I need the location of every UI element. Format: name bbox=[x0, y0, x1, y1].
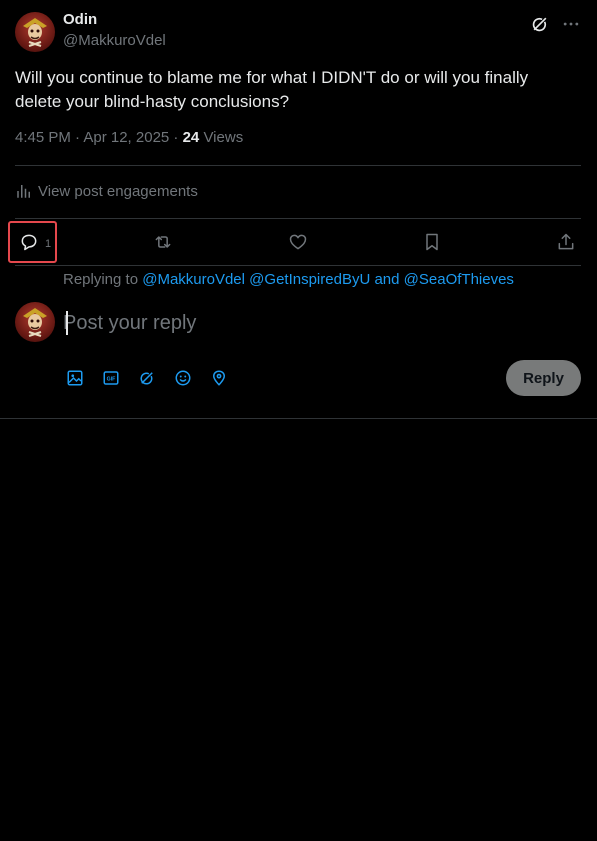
reply-button[interactable]: Reply bbox=[506, 360, 581, 396]
engagements-label: View post engagements bbox=[38, 182, 198, 200]
media-button[interactable] bbox=[66, 369, 84, 387]
replying-to-line: Replying to @MakkuroVdel @GetInspiredByU… bbox=[63, 271, 514, 288]
like-action-button[interactable] bbox=[288, 230, 308, 254]
reply-action-button[interactable]: 1 bbox=[19, 230, 51, 254]
replying-to-and[interactable]: and bbox=[374, 271, 399, 288]
gif-icon: GIF bbox=[103, 371, 119, 385]
bookmark-icon bbox=[426, 233, 438, 251]
share-action-button[interactable] bbox=[556, 230, 576, 254]
post-timestamp[interactable]: 4:45 PM · Apr 12, 2025 · bbox=[15, 129, 183, 146]
repost-icon bbox=[155, 236, 171, 248]
grok-icon bbox=[140, 372, 153, 385]
post-text: Will you continue to blame me for what I… bbox=[15, 68, 529, 111]
location-icon bbox=[212, 370, 226, 386]
post-meta: 4:45 PM · Apr 12, 2025 · 24 Views bbox=[15, 129, 243, 146]
like-icon bbox=[289, 234, 307, 250]
post-detail: Odin @MakkuroVdel Will you continue to b… bbox=[0, 0, 597, 419]
current-user-avatar[interactable] bbox=[15, 302, 55, 342]
repost-action-button[interactable] bbox=[153, 230, 173, 254]
reply-icon bbox=[21, 234, 37, 251]
divider bbox=[15, 165, 581, 166]
author-name[interactable]: Odin bbox=[63, 11, 97, 28]
gif-button[interactable]: GIF bbox=[102, 369, 120, 387]
replying-to-handle-3[interactable]: @SeaOfThieves bbox=[404, 271, 514, 288]
reply-input[interactable] bbox=[63, 308, 483, 338]
analytics-icon bbox=[17, 185, 30, 198]
emoji-icon bbox=[175, 370, 191, 386]
author-handle[interactable]: @MakkuroVdel bbox=[63, 32, 166, 49]
svg-text:GIF: GIF bbox=[107, 377, 117, 383]
share-icon bbox=[558, 233, 574, 250]
grok-button[interactable] bbox=[138, 369, 156, 387]
jolly-roger-avatar-icon bbox=[23, 18, 47, 47]
bookmark-action-button[interactable] bbox=[422, 230, 442, 254]
location-button[interactable] bbox=[210, 369, 228, 387]
author-avatar[interactable] bbox=[15, 12, 55, 52]
views-label: Views bbox=[199, 129, 244, 146]
reply-count: 1 bbox=[45, 237, 52, 250]
emoji-button[interactable] bbox=[174, 369, 192, 387]
divider bbox=[15, 218, 581, 219]
view-engagements-link[interactable]: View post engagements bbox=[15, 182, 198, 200]
text-caret bbox=[66, 311, 68, 335]
replying-to-prefix: Replying to bbox=[63, 271, 143, 288]
divider bbox=[15, 265, 581, 266]
replying-to-handle-2[interactable]: @GetInspiredByU bbox=[249, 271, 370, 288]
views-count: 24 bbox=[182, 129, 200, 146]
jolly-roger-avatar-icon bbox=[23, 308, 47, 337]
more-options-icon[interactable] bbox=[561, 14, 581, 34]
media-icon bbox=[67, 370, 83, 386]
grok-icon[interactable] bbox=[530, 14, 550, 34]
replying-to-handle-1[interactable]: @MakkuroVdel bbox=[142, 271, 245, 288]
